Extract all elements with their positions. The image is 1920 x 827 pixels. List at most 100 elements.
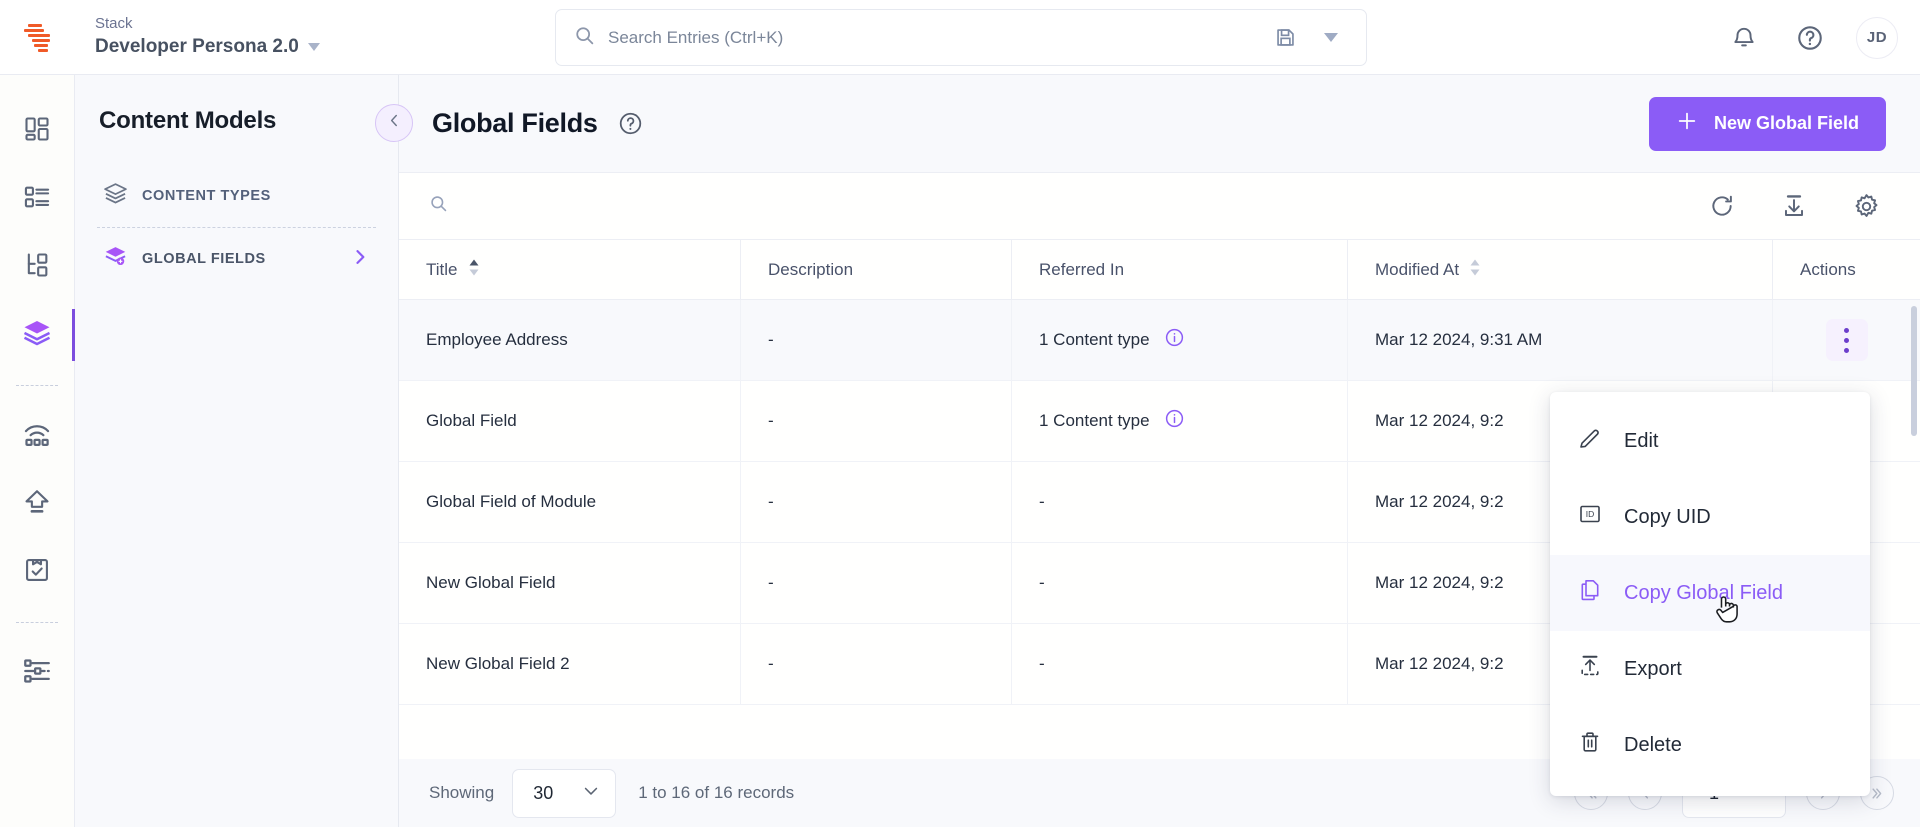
cell-modified-at: Mar 12 2024, 9:31 AM <box>1348 299 1773 381</box>
panel-divider <box>97 227 376 228</box>
cell-referred-in: 1 Content type <box>1012 380 1348 462</box>
caret-down-icon[interactable] <box>307 43 320 51</box>
context-menu-item-edit[interactable]: Edit <box>1550 403 1870 479</box>
cell-title: New Global Field <box>399 542 741 624</box>
page-size-value: 30 <box>533 782 554 803</box>
info-icon[interactable] <box>1164 327 1185 353</box>
plus-icon <box>1676 110 1698 137</box>
column-label: Actions <box>1800 260 1856 279</box>
records-count-label: 1 to 16 of 16 records <box>638 783 795 802</box>
cell-description: - <box>741 380 1012 462</box>
table-row[interactable]: Employee Address - 1 Content type Mar 12… <box>399 299 1920 381</box>
page-title: Global Fields <box>432 108 598 138</box>
table-scrollbar[interactable] <box>1911 306 1917 436</box>
cell-description: - <box>741 623 1012 705</box>
column-header-title[interactable]: Title <box>399 240 741 300</box>
entries-list-icon <box>23 183 51 216</box>
referred-in-text: - <box>1039 654 1045 673</box>
context-menu-label: Copy UID <box>1624 505 1711 528</box>
context-menu-label: Copy Global Field <box>1624 581 1783 604</box>
application-window: Stack Developer Persona 2.0 Search Entri… <box>0 0 1920 827</box>
context-menu-item-copy-uid[interactable]: ID Copy UID <box>1550 479 1870 555</box>
download-icon[interactable] <box>1774 186 1814 226</box>
sidebar-item-global-fields[interactable]: GLOBAL FIELDS <box>97 230 376 288</box>
context-menu-item-export[interactable]: Export <box>1550 631 1870 707</box>
cell-title: Global Field <box>399 380 741 462</box>
table-search[interactable] <box>429 194 1702 218</box>
sort-none-icon[interactable] <box>1469 258 1481 282</box>
info-icon[interactable] <box>1164 408 1185 434</box>
rail-item-tasks[interactable] <box>0 538 75 606</box>
global-search[interactable] <box>555 9 1367 66</box>
column-header-referred-in[interactable]: Referred In <box>1012 240 1348 300</box>
referred-in-text: - <box>1039 573 1045 592</box>
rail-item-live-preview[interactable] <box>0 402 75 470</box>
new-global-field-button[interactable]: New Global Field <box>1648 96 1886 151</box>
contentstack-logo[interactable] <box>0 0 75 75</box>
column-header-actions: Actions <box>1773 240 1920 300</box>
sort-asc-icon[interactable] <box>468 258 480 282</box>
gear-icon[interactable] <box>1846 186 1886 226</box>
stack-name-text: Developer Persona 2.0 <box>95 36 299 57</box>
sidebar-item-label: CONTENT TYPES <box>142 188 271 204</box>
page-header: Global Fields New Global Field <box>375 75 1920 172</box>
row-actions-context-menu: Edit ID Copy UID Copy Global Field Expor… <box>1550 392 1870 796</box>
cell-description: - <box>741 461 1012 543</box>
floppy-disk-icon[interactable] <box>1268 21 1302 55</box>
table-toolbar <box>399 173 1920 240</box>
page-help-icon[interactable] <box>618 111 643 136</box>
avatar[interactable]: JD <box>1856 16 1898 59</box>
table-header-row: Title Description Referred In Modified A… <box>399 240 1920 300</box>
context-menu-label: Delete <box>1624 733 1682 756</box>
column-label: Modified At <box>1375 260 1460 279</box>
refresh-icon[interactable] <box>1702 186 1742 226</box>
svg-text:ID: ID <box>1586 509 1595 519</box>
sidebar-item-content-types[interactable]: CONTENT TYPES <box>97 167 376 225</box>
chevron-right-icon[interactable] <box>350 247 370 272</box>
rail-item-settings[interactable] <box>0 639 75 707</box>
page-size-select[interactable]: 30 <box>512 768 617 818</box>
column-label: Referred In <box>1039 260 1125 279</box>
row-actions-menu-button[interactable] <box>1825 319 1868 361</box>
id-badge-icon: ID <box>1578 502 1602 532</box>
bell-icon[interactable] <box>1724 18 1764 58</box>
question-circle-icon[interactable] <box>1790 18 1830 58</box>
cell-description: - <box>741 542 1012 624</box>
publish-icon <box>23 488 51 521</box>
hierarchy-icon <box>23 251 51 284</box>
column-header-description[interactable]: Description <box>741 240 1012 300</box>
chevron-left-icon <box>386 112 403 134</box>
stack-name: Developer Persona 2.0 <box>95 35 320 59</box>
content-models-icon <box>22 318 52 353</box>
content-models-panel: Content Models CONTENT TYPES GLOBAL FIEL… <box>75 75 399 827</box>
rail-item-content-models[interactable] <box>0 301 75 369</box>
logo-mark <box>22 22 54 52</box>
rail-item-entries[interactable] <box>0 165 75 233</box>
tasks-clipboard-icon <box>23 556 51 589</box>
rail-item-hierarchy[interactable] <box>0 233 75 301</box>
stack-switcher[interactable]: Stack Developer Persona 2.0 <box>95 15 320 59</box>
layers-icon <box>103 181 128 211</box>
panel-title: Content Models <box>99 107 277 134</box>
search-icon <box>574 25 595 51</box>
back-button[interactable] <box>375 104 413 142</box>
dashboard-icon <box>23 115 51 148</box>
cell-referred-in: - <box>1012 623 1348 705</box>
context-menu-item-copy-global-field[interactable]: Copy Global Field <box>1550 555 1870 631</box>
column-header-modified-at[interactable]: Modified At <box>1348 240 1773 300</box>
cell-description: - <box>741 299 1012 381</box>
copy-icon <box>1578 578 1602 608</box>
rail-item-dashboard[interactable] <box>0 97 75 165</box>
referred-in-text: 1 Content type <box>1039 411 1150 430</box>
search-dropdown-caret-icon[interactable] <box>1314 21 1348 55</box>
chevron-down-icon <box>581 781 601 806</box>
cell-referred-in: - <box>1012 461 1348 543</box>
cell-actions <box>1773 300 1920 381</box>
cell-referred-in: - <box>1012 542 1348 624</box>
rail-item-publish[interactable] <box>0 470 75 538</box>
referred-in-text: 1 Content type <box>1039 330 1150 349</box>
table-search-input[interactable] <box>460 197 1702 215</box>
search-input[interactable] <box>608 27 1268 48</box>
models-nav-list: CONTENT TYPES GLOBAL FIELDS <box>75 167 398 288</box>
context-menu-item-delete[interactable]: Delete <box>1550 707 1870 783</box>
